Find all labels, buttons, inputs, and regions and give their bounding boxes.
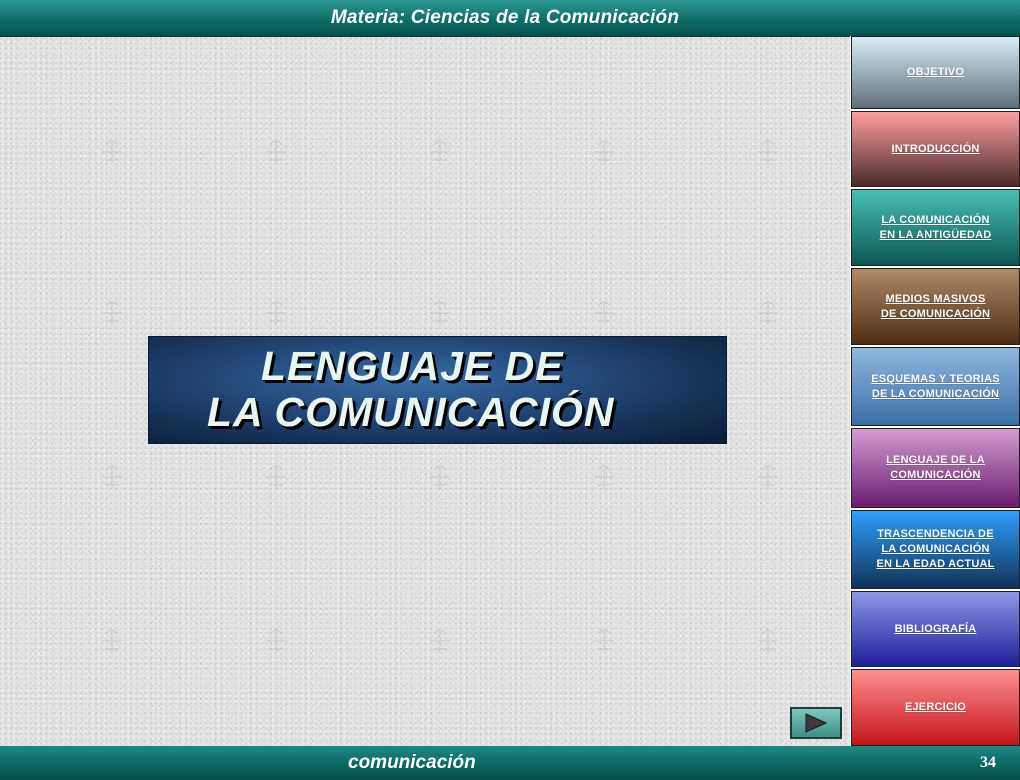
watermark-glyph [594, 465, 614, 489]
title-banner: LENGUAJE DE LA COMUNICACIÓN [149, 337, 726, 443]
watermark-glyph [266, 140, 286, 164]
nav-trascendencia[interactable]: TRASCENDENCIA DE LA COMUNICACIÓN EN LA E… [851, 510, 1020, 589]
nav-esquemas-teorias[interactable]: ESQUEMAS Y TEORIAS DE LA COMUNICACIÓN [851, 347, 1020, 426]
top-title-bar: Materia: Ciencias de la Comunicación [0, 0, 1020, 37]
nav-introduccion[interactable]: INTRODUCCIÓN [851, 111, 1020, 187]
page-title: Materia: Ciencias de la Comunicación [330, 7, 680, 28]
watermark-glyph [758, 629, 778, 653]
watermark-glyph [758, 301, 778, 325]
watermark-glyph [430, 465, 450, 489]
nav-objetivo-link[interactable]: OBJETIVO [907, 65, 964, 80]
banner-title-line-2: LA COMUNICACIÓN [207, 389, 615, 435]
nav-ejercicio-link[interactable]: EJERCICIO [905, 700, 966, 715]
nav-esquemas-teorias-link[interactable]: ESQUEMAS Y TEORIAS DE LA COMUNICACIÓN [871, 372, 1000, 402]
next-slide-button[interactable] [790, 707, 842, 739]
watermark-glyph [758, 140, 778, 164]
banner-title-line-1: LENGUAJE DE [261, 343, 564, 389]
page-number: 34 [980, 754, 996, 771]
nav-lenguaje-link[interactable]: LENGUAJE DE LA COMUNICACIÓN [886, 453, 985, 483]
watermark-glyph [102, 465, 122, 489]
nav-trascendencia-link[interactable]: TRASCENDENCIA DE LA COMUNICACIÓN EN LA E… [876, 527, 994, 572]
watermark-glyph [594, 629, 614, 653]
sidebar-nav: OBJETIVO INTRODUCCIÓN LA COMUNICACIÓN EN… [850, 36, 1020, 746]
bottom-bar: comunicación 34 [0, 746, 1020, 780]
watermark-glyph [266, 465, 286, 489]
watermark-glyph [758, 465, 778, 489]
footer-word: comunicación [348, 752, 476, 773]
nav-objetivo[interactable]: OBJETIVO [851, 36, 1020, 109]
nav-introduccion-link[interactable]: INTRODUCCIÓN [892, 142, 980, 157]
watermark-glyph [266, 629, 286, 653]
watermark-glyph [430, 629, 450, 653]
watermark-glyph [594, 301, 614, 325]
watermark-glyph [430, 301, 450, 325]
nav-bibliografia-link[interactable]: BIBLIOGRAFÍA [895, 622, 977, 637]
watermark-glyph [430, 140, 450, 164]
watermark-glyph [266, 301, 286, 325]
nav-antiguedad-link[interactable]: LA COMUNICACIÓN EN LA ANTIGÜEDAD [880, 213, 992, 243]
watermark-glyph [102, 629, 122, 653]
nav-bibliografia[interactable]: BIBLIOGRAFÍA [851, 591, 1020, 667]
nav-lenguaje[interactable]: LENGUAJE DE LA COMUNICACIÓN [851, 428, 1020, 508]
nav-ejercicio[interactable]: EJERCICIO [851, 669, 1020, 746]
nav-medios-masivos-link[interactable]: MEDIOS MASIVOS DE COMUNICACIÓN [881, 292, 990, 322]
watermark-glyph [594, 140, 614, 164]
watermark-glyph [102, 140, 122, 164]
nav-antiguedad[interactable]: LA COMUNICACIÓN EN LA ANTIGÜEDAD [851, 189, 1020, 266]
play-triangle-icon [805, 713, 828, 733]
nav-medios-masivos[interactable]: MEDIOS MASIVOS DE COMUNICACIÓN [851, 268, 1020, 345]
watermark-glyph [102, 301, 122, 325]
